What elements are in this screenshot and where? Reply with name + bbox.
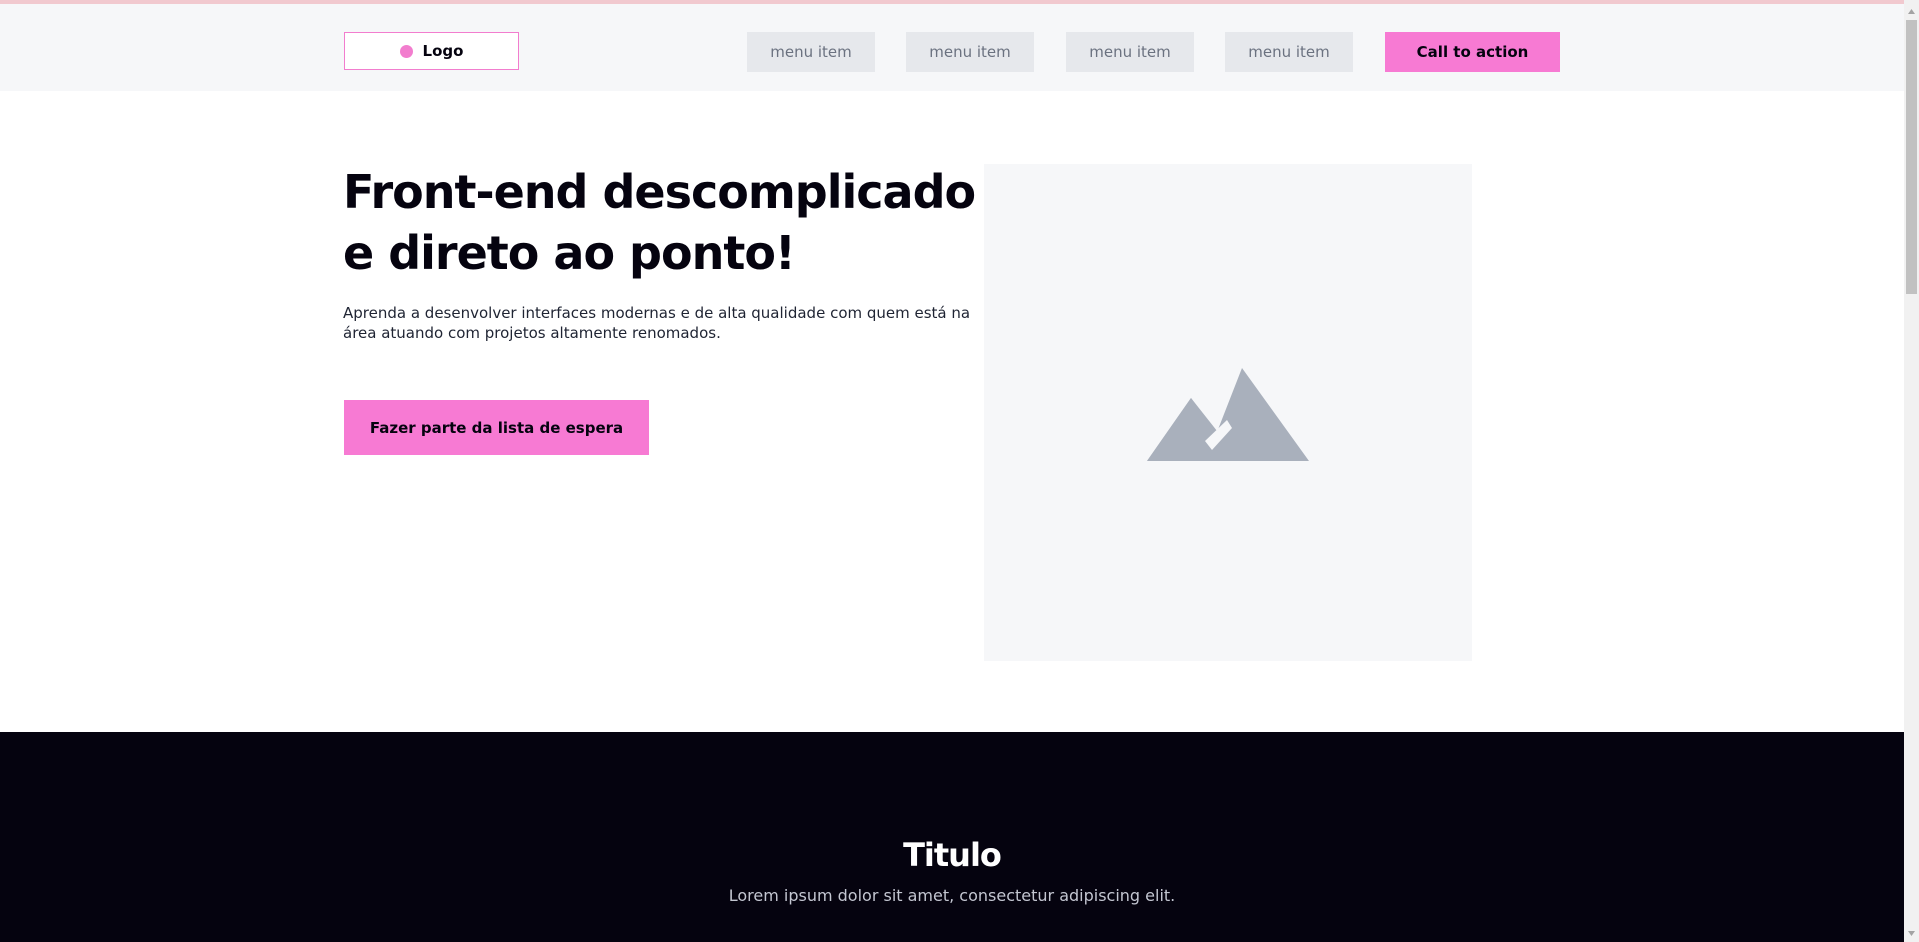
section-subtitle: Lorem ipsum dolor sit amet, consectetur … <box>728 886 1176 905</box>
call-to-action-button[interactable]: Call to action <box>1385 32 1560 72</box>
hero-description: Aprenda a desenvolver interfaces moderna… <box>343 304 971 342</box>
features-section: Titulo Lorem ipsum dolor sit amet, conse… <box>0 732 1904 942</box>
site-header: Logo menu item menu item menu item menu … <box>0 4 1904 91</box>
scrollbar-thumb[interactable] <box>1906 20 1917 294</box>
nav-menu-item-2[interactable]: menu item <box>906 32 1034 72</box>
nav-menu-item-4[interactable]: menu item <box>1225 32 1353 72</box>
scroll-up-arrow-icon[interactable] <box>1904 4 1919 18</box>
vertical-scrollbar[interactable] <box>1904 0 1919 942</box>
mountain-icon <box>1147 368 1309 461</box>
section-title: Titulo <box>903 836 1002 874</box>
nav-menu-item-1[interactable]: menu item <box>747 32 875 72</box>
hero-image-placeholder <box>984 164 1472 661</box>
nav-menu-item-3[interactable]: menu item <box>1066 32 1194 72</box>
page: Logo menu item menu item menu item menu … <box>0 0 1919 942</box>
logo-dot-icon <box>399 44 413 58</box>
scroll-down-arrow-icon[interactable] <box>1904 926 1919 940</box>
waitlist-button[interactable]: Fazer parte da lista de espera <box>344 400 649 455</box>
hero-title: Front-end descomplicado e direto ao pont… <box>343 165 976 280</box>
logo[interactable]: Logo <box>344 32 519 70</box>
logo-label: Logo <box>422 42 464 60</box>
